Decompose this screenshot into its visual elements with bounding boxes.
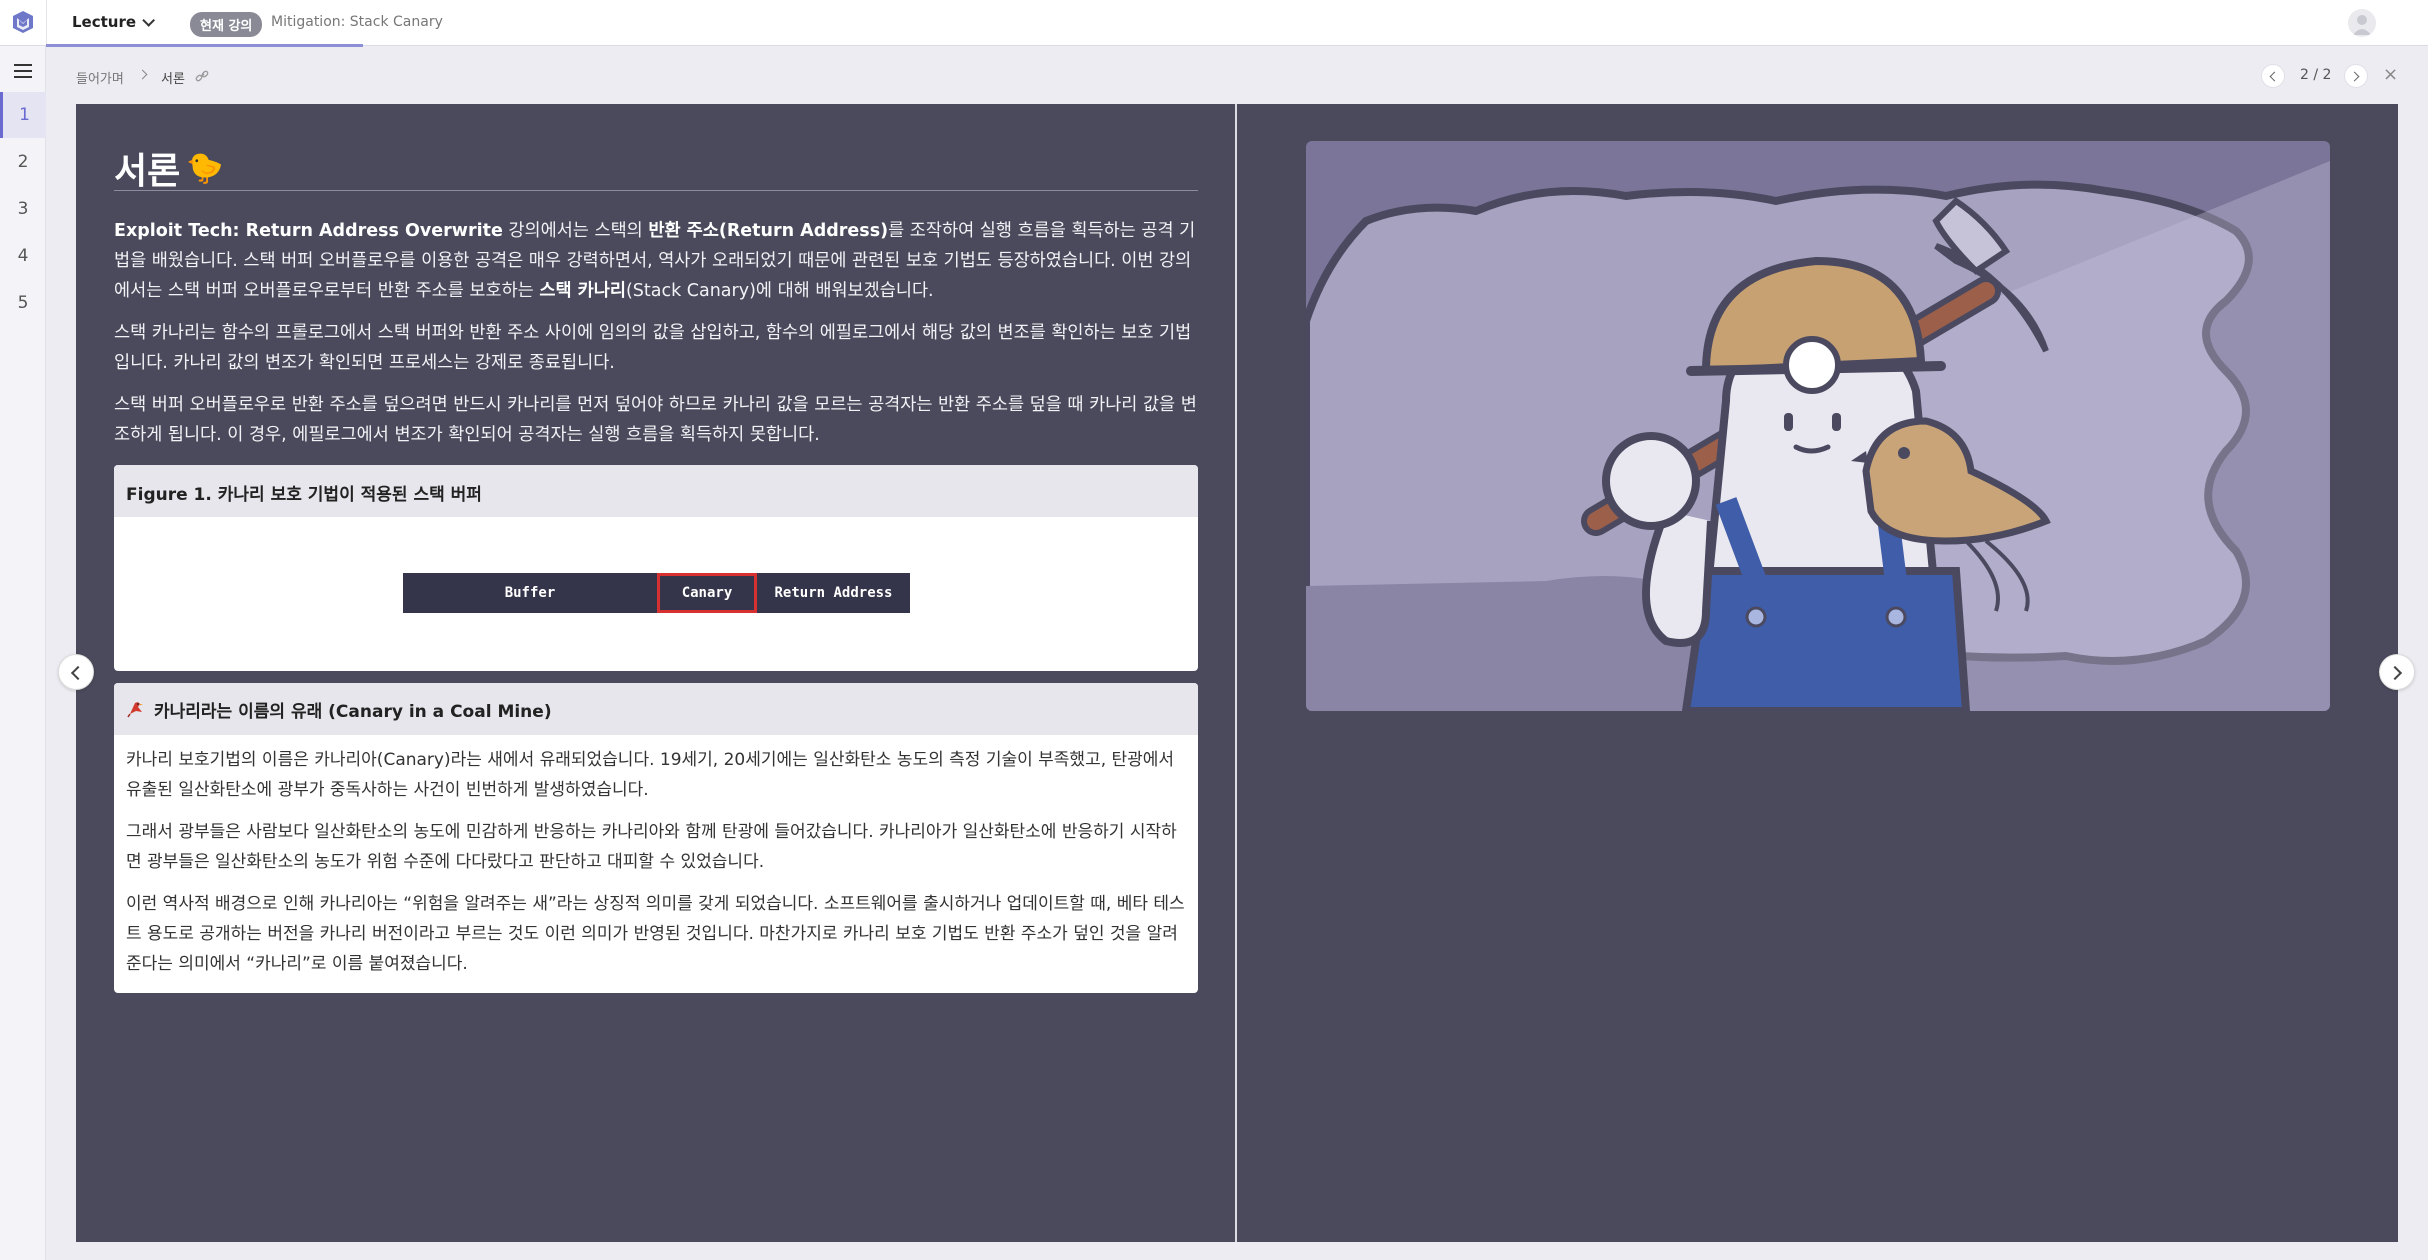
chevron-left-icon xyxy=(2269,71,2280,82)
slide-divider xyxy=(1235,104,1237,1242)
chevron-left-icon xyxy=(70,665,86,681)
title-divider xyxy=(114,190,1198,191)
prev-slide-button[interactable] xyxy=(58,654,94,690)
next-slide-button[interactable] xyxy=(2379,654,2415,690)
intro-paragraph-1: Exploit Tech: Return Address Overwrite 강… xyxy=(114,216,1198,306)
sidebar-page-1[interactable]: 1 xyxy=(0,92,46,138)
figure-card: Figure 1. 카나리 보호 기법이 적용된 스택 버퍼 Buffer Ca… xyxy=(114,465,1198,671)
stack-cell-buffer: Buffer xyxy=(403,573,657,613)
sidebar-page-4[interactable]: 4 xyxy=(0,233,46,279)
note-paragraph-3: 이런 역사적 배경으로 인해 카나리아는 “위험을 알려주는 새”라는 상징적 … xyxy=(126,894,1185,974)
topbar-divider xyxy=(46,0,47,46)
sidebar-page-3[interactable]: 3 xyxy=(0,186,46,232)
note-title: 카나리라는 이름의 유래 (Canary in a Coal Mine) xyxy=(154,701,552,722)
chick-icon: 🐤 xyxy=(186,150,224,186)
breadcrumb-current: 서론 xyxy=(161,72,185,87)
logo-icon[interactable] xyxy=(10,9,36,35)
note-paragraph-1: 카나리 보호기법의 이름은 카나리아(Canary)라는 새에서 유래되었습니다… xyxy=(126,750,1175,800)
page-counter: 2 / 2 xyxy=(2300,67,2332,83)
text-run: 스택 버퍼 오버플로우로 반환 주소를 덮으려면 반드시 카나리를 먼저 덮어야… xyxy=(114,395,1197,445)
bold-text: Exploit Tech: Return Address Overwrite xyxy=(114,221,503,241)
figure-title: Figure 1. 카나리 보호 기법이 적용된 스택 버퍼 xyxy=(114,465,1198,517)
bird-icon xyxy=(127,702,143,718)
top-bar: Lecture 현재 강의 Mitigation: Stack Canary xyxy=(0,0,2428,47)
stack-cell-canary: Canary xyxy=(657,573,757,613)
slide: 서론 🐤 Exploit Tech: Return Address Overwr… xyxy=(76,104,2398,1242)
next-page-button[interactable] xyxy=(2344,64,2368,88)
bold-text: 반환 주소(Return Address) xyxy=(648,221,889,241)
sidebar-page-2[interactable]: 2 xyxy=(0,139,46,185)
chevron-right-icon xyxy=(2349,71,2360,82)
progress-bar xyxy=(46,44,2428,47)
link-icon[interactable] xyxy=(194,68,210,84)
lecture-dropdown[interactable]: Lecture xyxy=(72,13,156,31)
page-sidebar: 1 2 3 4 5 xyxy=(0,46,46,1260)
menu-icon[interactable] xyxy=(14,64,32,78)
lecture-dropdown-label: Lecture xyxy=(72,13,137,31)
current-lecture-badge: 현재 강의 xyxy=(190,12,263,37)
close-icon[interactable]: × xyxy=(2383,64,2398,85)
text-run: (Stack Canary)에 대해 배워보겠습니다. xyxy=(625,281,934,301)
miner-canary-illustration xyxy=(1306,141,2330,711)
note-card: 카나리라는 이름의 유래 (Canary in a Coal Mine) 카나리… xyxy=(114,683,1198,993)
text-run: 강의에서는 스택의 xyxy=(502,221,649,241)
sidebar-page-5[interactable]: 5 xyxy=(0,280,46,326)
note-paragraph-2: 그래서 광부들은 사람보다 일산화탄소의 농도에 민감하게 반응하는 카나리아와… xyxy=(126,822,1177,872)
chevron-right-icon xyxy=(137,69,148,80)
chevron-right-icon xyxy=(2387,665,2403,681)
note-header: 카나리라는 이름의 유래 (Canary in a Coal Mine) xyxy=(114,683,1198,735)
intro-paragraph-3: 스택 버퍼 오버플로우로 반환 주소를 덮으려면 반드시 카나리를 먼저 덮어야… xyxy=(114,390,1198,450)
progress-fill xyxy=(46,44,363,47)
prev-page-button[interactable] xyxy=(2261,64,2285,88)
current-lecture-title: Mitigation: Stack Canary xyxy=(271,14,443,30)
intro-paragraph-2: 스택 카나리는 함수의 프롤로그에서 스택 버퍼와 반환 주소 사이에 임의의 … xyxy=(114,318,1198,378)
stack-cell-return-address: Return Address xyxy=(757,573,910,613)
stack-diagram: Buffer Canary Return Address xyxy=(403,573,910,613)
slide-title: 서론 🐤 xyxy=(114,142,224,194)
bold-text: 스택 카나리 xyxy=(539,281,626,301)
user-icon xyxy=(2353,15,2371,35)
slide-title-text: 서론 xyxy=(114,151,181,192)
breadcrumb-parent[interactable]: 들어가며 xyxy=(76,68,124,87)
chevron-down-icon xyxy=(142,13,156,27)
text-run: 스택 카나리는 함수의 프롤로그에서 스택 버퍼와 반환 주소 사이에 임의의 … xyxy=(114,323,1192,373)
avatar[interactable] xyxy=(2348,9,2376,37)
